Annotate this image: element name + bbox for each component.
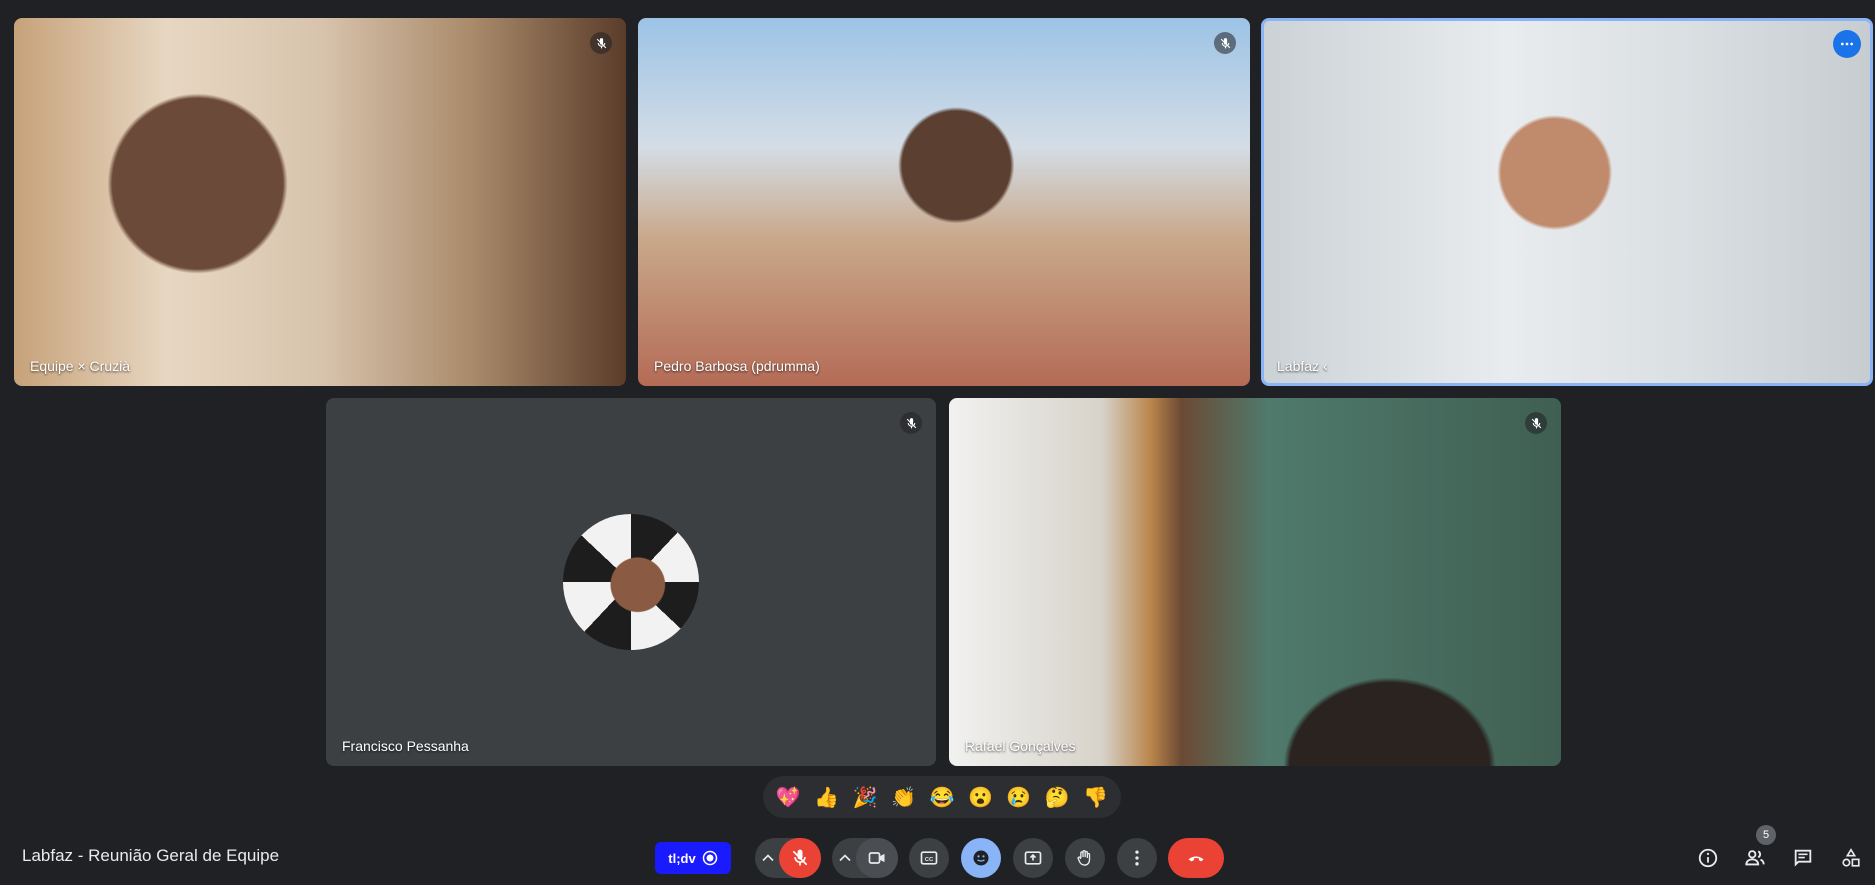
more-options-button[interactable]	[1117, 838, 1157, 878]
reaction-clap[interactable]: 👏	[887, 780, 921, 814]
end-call-icon	[1188, 856, 1204, 862]
present-screen-icon	[1024, 851, 1042, 865]
captions-icon: CC	[920, 851, 938, 865]
activities-icon	[1842, 848, 1860, 867]
participant-name: Equipe × Cruzià	[30, 358, 131, 374]
participant-tile-francisco[interactable]: Francisco Pessanha	[326, 398, 936, 766]
camera-icon	[868, 852, 885, 864]
camera-group	[832, 838, 898, 878]
people-icon	[1745, 850, 1765, 866]
mic-off-icon	[1214, 32, 1236, 54]
avatar	[563, 514, 699, 650]
meeting-info-button[interactable]	[1694, 844, 1722, 872]
tldv-label: tl;dv	[668, 850, 696, 866]
hand-icon	[1077, 850, 1091, 866]
reaction-party[interactable]: 🎉	[848, 780, 882, 814]
participant-tile-labfaz[interactable]: Labfaz ‹	[1261, 18, 1873, 386]
raise-hand-button[interactable]	[1065, 838, 1105, 878]
participant-name: Labfaz ‹	[1277, 358, 1328, 374]
present-button[interactable]	[1013, 838, 1053, 878]
chevron-up-icon[interactable]	[832, 848, 858, 868]
reaction-surprised[interactable]: 😮	[963, 780, 997, 814]
chat-icon	[1794, 849, 1812, 867]
reaction-thinking[interactable]: 🤔	[1040, 780, 1074, 814]
reaction-sad[interactable]: 😢	[1002, 780, 1036, 814]
reaction-heart[interactable]: 💖	[771, 780, 805, 814]
tldv-button[interactable]: tl;dv	[655, 842, 731, 874]
participant-name: Francisco Pessanha	[342, 738, 469, 754]
emoji-icon	[973, 850, 989, 866]
chevron-up-icon[interactable]	[755, 848, 781, 868]
activities-button[interactable]	[1837, 844, 1865, 872]
chat-button[interactable]	[1789, 844, 1817, 872]
mic-off-icon	[1525, 412, 1547, 434]
reaction-laugh[interactable]: 😂	[925, 780, 959, 814]
svg-text:CC: CC	[925, 857, 934, 863]
more-options-icon[interactable]	[1833, 30, 1861, 58]
participant-tile-equipe[interactable]: Equipe × Cruzià	[14, 18, 626, 386]
reactions-bar: 💖 👍 🎉 👏 😂 😮 😢 🤔 👎	[763, 776, 1121, 818]
reaction-thumbs-up[interactable]: 👍	[810, 780, 844, 814]
meeting-title: Labfaz - Reunião Geral de Equipe	[22, 846, 280, 865]
participant-tile-pedro[interactable]: Pedro Barbosa (pdrumma)	[638, 18, 1250, 386]
mic-group	[755, 838, 821, 878]
info-icon	[1698, 848, 1718, 868]
people-button[interactable]	[1741, 844, 1769, 872]
participant-name: Rafael Gonçalves	[965, 738, 1076, 754]
mic-off-icon	[792, 849, 808, 866]
leave-call-button[interactable]	[1168, 838, 1224, 878]
more-vert-icon	[1135, 850, 1139, 866]
mic-off-icon	[900, 412, 922, 434]
mic-off-icon	[590, 32, 612, 54]
reaction-thumbs-down[interactable]: 👎	[1079, 780, 1113, 814]
people-count-badge: 5	[1756, 825, 1776, 845]
camera-toggle-button[interactable]	[856, 838, 898, 878]
mic-toggle-button[interactable]	[779, 838, 821, 878]
captions-button[interactable]: CC	[909, 838, 949, 878]
participant-name: Pedro Barbosa (pdrumma)	[654, 358, 820, 374]
emoji-button[interactable]	[961, 838, 1001, 878]
participant-tile-rafael[interactable]: Rafael Gonçalves	[949, 398, 1561, 766]
record-icon	[702, 850, 717, 866]
